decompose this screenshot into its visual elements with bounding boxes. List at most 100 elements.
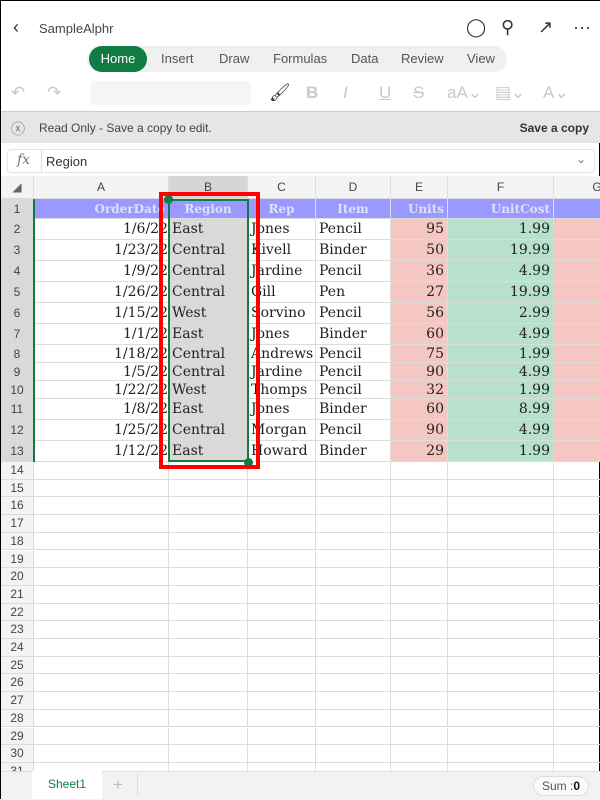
cell-e31[interactable] xyxy=(391,762,448,771)
cell-d2[interactable]: Pencil xyxy=(316,219,391,240)
cell-e23[interactable] xyxy=(391,621,448,639)
more-icon[interactable]: ··· xyxy=(573,17,591,38)
cell-f17[interactable] xyxy=(448,515,554,533)
row-header-22[interactable]: 22 xyxy=(1,603,34,622)
cell-a19[interactable] xyxy=(34,550,169,569)
cell-a13[interactable]: 1/12/22 xyxy=(34,441,169,462)
tab-formulas[interactable]: Formulas xyxy=(263,46,337,72)
tab-draw[interactable]: Draw xyxy=(209,46,259,72)
cell-g10[interactable]: 63.6 xyxy=(554,381,600,399)
cell-b27[interactable] xyxy=(169,692,248,710)
row-header-30[interactable]: 30 xyxy=(1,745,34,763)
cell-c15[interactable] xyxy=(248,479,316,498)
cell-a25[interactable] xyxy=(34,656,169,675)
cell-a8[interactable]: 1/18/22 xyxy=(34,345,169,363)
cell-a22[interactable] xyxy=(34,603,169,622)
cell-d25[interactable] xyxy=(316,656,391,675)
cell-g22[interactable] xyxy=(554,604,600,622)
column-header-g[interactable]: G xyxy=(554,176,600,199)
tab-view[interactable]: View xyxy=(457,46,505,72)
cell-a30[interactable] xyxy=(34,745,169,763)
cell-e28[interactable] xyxy=(391,709,448,728)
tab-insert[interactable]: Insert xyxy=(151,46,204,72)
tab-home[interactable]: Home xyxy=(89,46,147,72)
row-header-26[interactable]: 26 xyxy=(1,674,34,693)
formula-bar[interactable]: fx Region ⌄ xyxy=(7,149,595,173)
cell-f15[interactable] xyxy=(448,479,554,498)
row-header-1[interactable]: 1 xyxy=(1,199,34,219)
cell-g14[interactable] xyxy=(554,462,600,480)
cell-g15[interactable] xyxy=(554,480,600,498)
cell-d12[interactable]: Pencil xyxy=(316,420,391,441)
cell-a11[interactable]: 1/8/22 xyxy=(34,399,169,420)
cell-d31[interactable] xyxy=(316,762,391,771)
cell-c27[interactable] xyxy=(248,692,316,710)
cell-g4[interactable]: 179. xyxy=(554,261,600,282)
cell-f14[interactable] xyxy=(448,462,554,480)
format-painter-icon[interactable]: 🖌 xyxy=(269,83,291,103)
cell-g6[interactable]: 167. xyxy=(554,303,600,324)
cell-f21[interactable] xyxy=(448,585,554,604)
cell-f1[interactable]: UnitCost xyxy=(448,199,554,219)
cell-a27[interactable] xyxy=(34,692,169,710)
row-header-16[interactable]: 16 xyxy=(1,497,34,516)
cell-g18[interactable] xyxy=(554,533,600,551)
cell-e22[interactable] xyxy=(391,603,448,622)
select-all-button[interactable]: ◢ xyxy=(1,176,34,199)
cell-g11[interactable]: 539. xyxy=(554,399,600,420)
cell-f2[interactable]: 1.99 xyxy=(448,219,554,240)
cell-e20[interactable] xyxy=(391,568,448,586)
cell-c28[interactable] xyxy=(248,709,316,728)
cell-d23[interactable] xyxy=(316,621,391,639)
row-header-12[interactable]: 12 xyxy=(1,420,34,441)
font-size-icon[interactable]: aA⌄ xyxy=(447,83,482,103)
cell-d17[interactable] xyxy=(316,515,391,533)
cell-f28[interactable] xyxy=(448,709,554,728)
row-header-31[interactable]: 31 xyxy=(1,762,34,771)
row-header-28[interactable]: 28 xyxy=(1,709,34,728)
cell-b16[interactable] xyxy=(169,497,248,516)
cell-g19[interactable] xyxy=(554,551,600,569)
row-header-17[interactable]: 17 xyxy=(1,515,34,533)
row-header-21[interactable]: 21 xyxy=(1,585,34,604)
cell-e4[interactable]: 36 xyxy=(391,261,448,282)
cell-g23[interactable] xyxy=(554,621,600,639)
cell-g3[interactable]: 999. xyxy=(554,240,600,261)
row-header-7[interactable]: 7 xyxy=(1,324,34,345)
row-header-2[interactable]: 2 xyxy=(1,219,34,240)
sheet-tab-sheet1[interactable]: Sheet1 xyxy=(32,771,102,799)
cell-b29[interactable] xyxy=(169,727,248,746)
cell-b15[interactable] xyxy=(169,479,248,498)
cell-d29[interactable] xyxy=(316,727,391,746)
cell-f26[interactable] xyxy=(448,674,554,693)
cell-b17[interactable] xyxy=(169,515,248,533)
cell-d27[interactable] xyxy=(316,692,391,710)
row-header-29[interactable]: 29 xyxy=(1,727,34,746)
cell-f24[interactable] xyxy=(448,639,554,657)
row-header-5[interactable]: 5 xyxy=(1,282,34,303)
cell-f31[interactable] xyxy=(448,762,554,771)
cell-e27[interactable] xyxy=(391,692,448,710)
spreadsheet-grid[interactable]: ◢ A B C D E F G 1 OrderDate Region Rep Item Units Unit… xyxy=(1,176,600,771)
cell-a21[interactable] xyxy=(34,585,169,604)
cell-f8[interactable]: 1.99 xyxy=(448,345,554,363)
row-header-24[interactable]: 24 xyxy=(1,639,34,657)
cell-d8[interactable]: Pencil xyxy=(316,345,391,363)
cell-f4[interactable]: 4.99 xyxy=(448,261,554,282)
row-header-8[interactable]: 8 xyxy=(1,345,34,363)
cell-e8[interactable]: 75 xyxy=(391,345,448,363)
cell-b18[interactable] xyxy=(169,532,248,551)
cell-b22[interactable] xyxy=(169,603,248,622)
cell-g29[interactable] xyxy=(554,728,600,746)
cell-f23[interactable] xyxy=(448,621,554,639)
cell-d6[interactable]: Pencil xyxy=(316,303,391,324)
cell-d14[interactable] xyxy=(316,462,391,480)
row-header-23[interactable]: 23 xyxy=(1,621,34,639)
cell-f10[interactable]: 1.99 xyxy=(448,381,554,399)
cell-g27[interactable] xyxy=(554,692,600,710)
cell-f30[interactable] xyxy=(448,745,554,763)
save-copy-button[interactable]: Save a copy xyxy=(520,121,589,135)
row-header-4[interactable]: 4 xyxy=(1,261,34,282)
cell-c25[interactable] xyxy=(248,656,316,675)
column-header-f[interactable]: F xyxy=(448,176,554,199)
